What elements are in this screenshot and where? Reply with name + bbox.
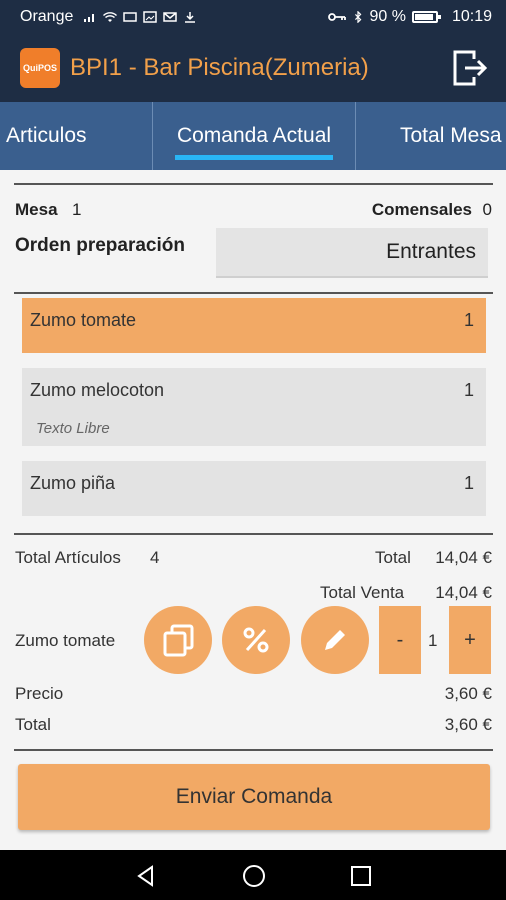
back-icon xyxy=(137,865,153,887)
home-icon xyxy=(243,865,265,887)
back-button[interactable] xyxy=(132,862,160,890)
item-name: Zumo tomate xyxy=(30,310,137,330)
exit-icon xyxy=(453,50,488,86)
item-name: Zumo piña xyxy=(30,473,116,493)
clock: 10:19 xyxy=(451,8,492,25)
gmail-icon xyxy=(163,12,178,22)
gallery-icon xyxy=(143,11,158,23)
list-item-selected[interactable]: Zumo tomate 1 xyxy=(22,298,486,353)
mesa-value: 1 xyxy=(72,200,82,219)
tab-indicator xyxy=(175,155,333,160)
precio-value: 3,60 € xyxy=(444,684,492,703)
app-bar: QuiPOS BPI1 - Bar Piscina(Zumeria) xyxy=(0,34,506,102)
send-order-button[interactable]: Enviar Comanda xyxy=(18,764,490,830)
copy-icon xyxy=(163,624,194,657)
home-button[interactable] xyxy=(240,862,268,890)
total-articulos-value: 4 xyxy=(150,548,160,567)
precio-label: Precio xyxy=(15,684,64,703)
item-note: Texto Libre xyxy=(36,420,110,437)
tab-total-mesa[interactable]: Total Mesa xyxy=(356,102,506,170)
tab-articulos[interactable]: Articulos xyxy=(0,102,152,170)
item-qty: 1 xyxy=(463,310,474,330)
recents-button[interactable] xyxy=(347,862,375,890)
increase-qty-button[interactable]: + xyxy=(449,606,491,674)
mesa-label: Mesa xyxy=(15,200,58,219)
recents-icon xyxy=(351,866,371,886)
total-label: Total xyxy=(375,548,411,567)
selected-item-qty: 1 xyxy=(428,631,438,650)
prep-order-label: Orden preparación xyxy=(15,235,185,256)
list-item[interactable]: Zumo piña 1 xyxy=(22,461,486,516)
download-icon xyxy=(185,12,196,23)
total-venta-value: 14,04 € xyxy=(435,583,492,602)
item-qty: 1 xyxy=(463,380,474,400)
list-item[interactable]: Zumo melocoton 1 Texto Libre xyxy=(22,368,486,446)
key-icon xyxy=(328,13,347,21)
comensales-value: 0 xyxy=(482,200,492,219)
total-venta-label: Total Venta xyxy=(320,583,405,602)
message-icon xyxy=(123,12,138,22)
carrier-name: Orange xyxy=(20,8,74,25)
bluetooth-icon xyxy=(355,11,362,23)
edit-button[interactable] xyxy=(301,606,369,674)
duplicate-button[interactable] xyxy=(144,606,212,674)
battery-icon xyxy=(411,11,441,23)
app-logo: QuiPOS xyxy=(20,48,60,88)
comensales-label: Comensales xyxy=(371,200,472,219)
item-total-value: 3,60 € xyxy=(444,715,492,734)
divider xyxy=(14,533,493,535)
battery-text: 90 % xyxy=(369,8,406,25)
signal-icon xyxy=(84,14,95,22)
item-qty: 1 xyxy=(463,473,474,493)
wifi-icon xyxy=(103,12,118,22)
total-value: 14,04 € xyxy=(435,548,492,567)
item-total-label: Total xyxy=(15,715,51,734)
prep-order-button[interactable]: Entrantes xyxy=(216,228,488,278)
exit-button[interactable] xyxy=(450,48,490,88)
battery-level xyxy=(414,14,433,20)
percent-icon xyxy=(243,627,269,653)
discount-button[interactable] xyxy=(222,606,290,674)
app-title: BPI1 - Bar Piscina(Zumeria) xyxy=(70,54,369,81)
total-articulos-label: Total Artículos xyxy=(15,548,121,567)
divider xyxy=(14,183,493,185)
divider xyxy=(14,749,493,751)
selected-item-name: Zumo tomate xyxy=(15,631,116,650)
pencil-icon xyxy=(325,630,345,650)
divider xyxy=(14,292,493,294)
decrease-qty-button[interactable]: - xyxy=(379,606,421,674)
status-bar: Orange 90 % 10:19 xyxy=(0,0,506,34)
item-name: Zumo melocoton xyxy=(30,380,165,400)
navigation-bar xyxy=(0,850,506,900)
